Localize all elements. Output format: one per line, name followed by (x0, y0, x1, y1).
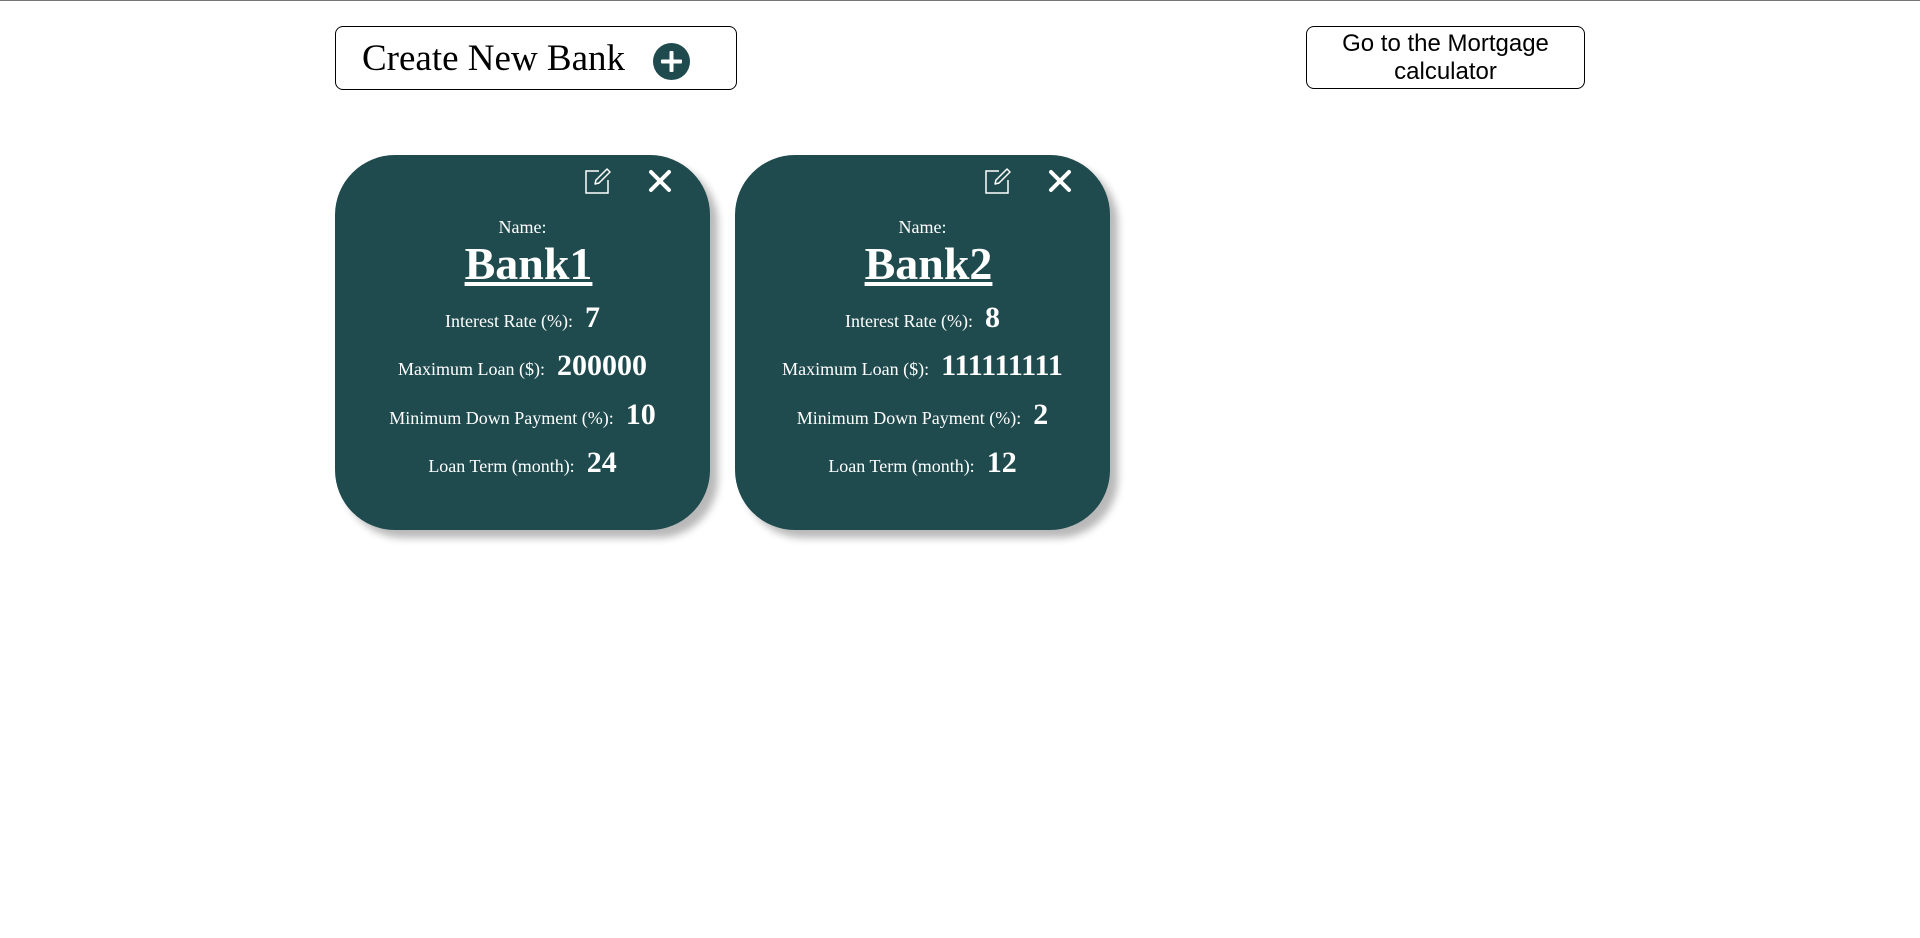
plus-circle-icon (653, 43, 690, 80)
interest-rate-label: Interest Rate (%): (445, 311, 573, 331)
interest-rate-row: Interest Rate (%): 8 (735, 301, 1110, 335)
max-loan-row: Maximum Loan ($): 200000 (335, 349, 710, 383)
edit-icon[interactable] (983, 167, 1011, 195)
mortgage-calculator-button[interactable]: Go to the Mortgage calculator (1306, 26, 1585, 89)
bank-name: Bank2 (864, 238, 993, 289)
name-label: Name: (898, 217, 947, 237)
interest-rate-row: Interest Rate (%): 7 (335, 301, 710, 335)
interest-rate-value: 8 (984, 301, 1000, 334)
min-down-payment-value: 10 (625, 398, 656, 431)
min-down-payment-label: Minimum Down Payment (%): (389, 408, 614, 428)
close-icon[interactable] (1046, 167, 1074, 195)
loan-term-label: Loan Term (month): (428, 456, 575, 476)
max-loan-value: 200000 (556, 349, 647, 382)
create-new-bank-button[interactable]: Create New Bank (335, 26, 737, 90)
interest-rate-label: Interest Rate (%): (845, 311, 973, 331)
create-new-bank-label: Create New Bank (362, 37, 626, 79)
max-loan-value: 111111111 (941, 349, 1063, 382)
loan-term-row: Loan Term (month): 12 (735, 446, 1110, 480)
close-icon[interactable] (646, 167, 674, 195)
bank-card: Name: Bank2 Interest Rate (%): 8 Maximum… (735, 155, 1110, 530)
loan-term-label: Loan Term (month): (828, 456, 975, 476)
loan-term-row: Loan Term (month): 24 (335, 446, 710, 480)
min-down-payment-row: Minimum Down Payment (%): 2 (735, 398, 1110, 432)
loan-term-value: 12 (986, 446, 1017, 479)
min-down-payment-row: Minimum Down Payment (%): 10 (335, 398, 710, 432)
interest-rate-value: 7 (584, 301, 600, 334)
name-label: Name: (498, 217, 547, 237)
loan-term-value: 24 (586, 446, 617, 479)
min-down-payment-value: 2 (1033, 398, 1049, 431)
bank-card: Name: Bank1 Interest Rate (%): 7 Maximum… (335, 155, 710, 530)
min-down-payment-label: Minimum Down Payment (%): (796, 408, 1022, 428)
max-loan-label: Maximum Loan ($): (398, 359, 545, 379)
max-loan-label: Maximum Loan ($): (782, 359, 930, 379)
edit-icon[interactable] (583, 167, 611, 195)
bank-name: Bank1 (464, 238, 593, 289)
max-loan-row: Maximum Loan ($): 111111111 (735, 349, 1110, 383)
